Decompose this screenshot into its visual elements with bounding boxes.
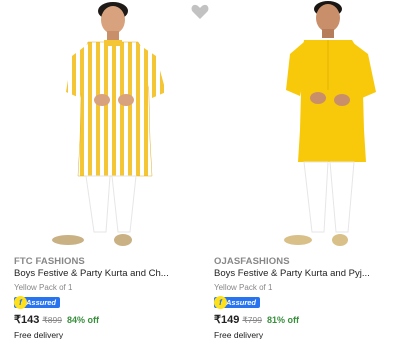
brand-name: OJASFASHIONS — [214, 256, 290, 267]
product-variant: Yellow Pack of 1 — [14, 283, 73, 292]
discount-percent: 84% off — [66, 315, 99, 325]
product-card[interactable]: OJASFASHIONS Boys Festive & Party Kurta … — [200, 0, 400, 339]
kurta-striped-boy-image — [52, 2, 166, 246]
assured-text: Assured — [26, 298, 57, 307]
selling-price: ₹143 — [14, 314, 40, 326]
assured-label: f Assured — [214, 296, 261, 309]
product-grid: FTC FASHIONS Boys Festive & Party Kurta … — [0, 0, 400, 339]
delivery-info: Free delivery — [14, 330, 64, 339]
product-title[interactable]: Boys Festive & Party Kurta and Ch... — [14, 268, 194, 279]
discount-percent: 81% off — [266, 315, 299, 325]
product-card[interactable]: FTC FASHIONS Boys Festive & Party Kurta … — [0, 0, 209, 339]
assured-badge: f Assured — [214, 296, 261, 309]
kurta-yellow-boy-image — [284, 1, 376, 246]
price-row: ₹149 ₹799 81% off — [214, 313, 299, 326]
product-variant: Yellow Pack of 1 — [214, 283, 273, 292]
assured-text: Assured — [226, 298, 257, 307]
selling-price: ₹149 — [214, 314, 240, 326]
assured-label: f Assured — [14, 296, 61, 309]
assured-icon: f — [214, 296, 227, 309]
product-title[interactable]: Boys Festive & Party Kurta and Pyj... — [214, 268, 394, 279]
brand-name: FTC FASHIONS — [14, 256, 85, 267]
original-price: ₹799 — [242, 315, 262, 325]
product-image[interactable] — [200, 0, 400, 252]
assured-badge: f Assured — [14, 296, 61, 309]
delivery-info: Free delivery — [214, 330, 264, 339]
product-image[interactable] — [0, 0, 200, 252]
original-price: ₹899 — [42, 315, 62, 325]
price-row: ₹143 ₹899 84% off — [14, 313, 99, 326]
assured-icon: f — [14, 296, 27, 309]
